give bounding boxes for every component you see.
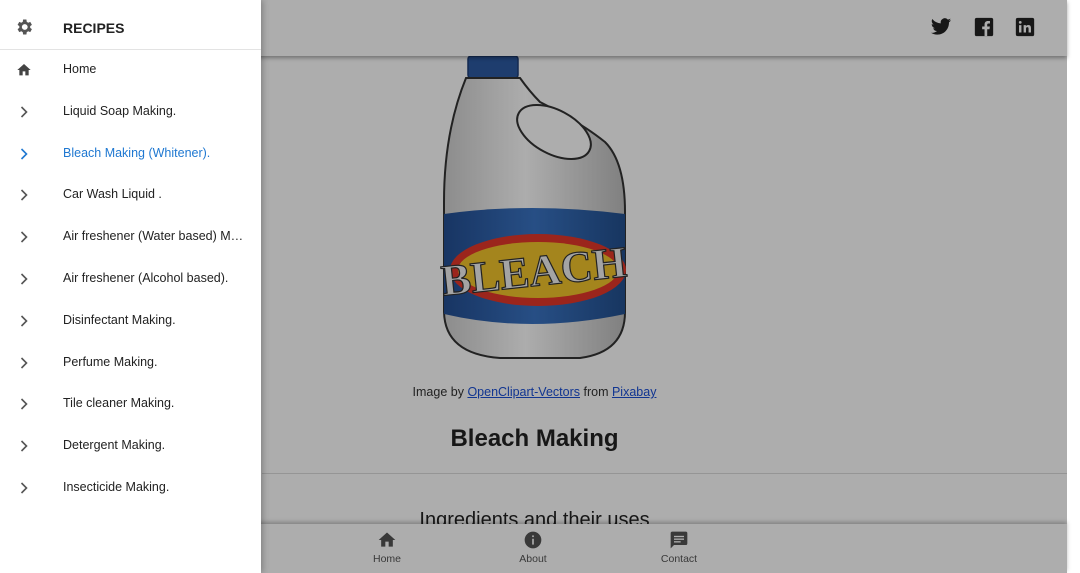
drawer-item-label: Disinfectant Making. xyxy=(63,312,176,327)
chevron-right-icon xyxy=(16,104,32,120)
drawer-header: RECIPES xyxy=(0,0,261,50)
drawer-menu: Home Liquid Soap Making. Bleach Making (… xyxy=(0,49,261,509)
drawer-item-air-freshener-alcohol[interactable]: Air freshener (Alcohol based). xyxy=(0,258,261,300)
chevron-right-icon xyxy=(16,396,32,412)
drawer-item-air-freshener-water[interactable]: Air freshener (Water based) Making. xyxy=(0,216,261,258)
drawer-item-label: Tile cleaner Making. xyxy=(63,396,175,411)
drawer-item-label: Home xyxy=(63,62,97,76)
drawer-item-tile-cleaner[interactable]: Tile cleaner Making. xyxy=(0,383,261,425)
scrollbar[interactable] xyxy=(1067,0,1080,573)
drawer-item-label: Liquid Soap Making. xyxy=(63,103,177,118)
drawer-item-label: Car Wash Liquid . xyxy=(63,187,162,202)
drawer-item-detergent[interactable]: Detergent Making. xyxy=(0,425,261,467)
drawer-title: RECIPES xyxy=(63,20,125,36)
chevron-right-icon xyxy=(16,438,32,454)
drawer-item-home[interactable]: Home xyxy=(0,49,261,91)
home-icon xyxy=(16,62,32,78)
drawer-item-label: Insecticide Making. xyxy=(63,479,170,494)
chevron-right-icon xyxy=(16,146,32,162)
drawer-item-insecticide[interactable]: Insecticide Making. xyxy=(0,467,261,509)
drawer-item-car-wash[interactable]: Car Wash Liquid . xyxy=(0,174,261,216)
chevron-right-icon xyxy=(16,480,32,496)
drawer-item-label: Bleach Making (Whitener). xyxy=(63,145,211,160)
chevron-right-icon xyxy=(16,187,32,203)
navigation-drawer: RECIPES Home Liquid Soap Making. Bleach … xyxy=(0,0,261,573)
chevron-right-icon xyxy=(16,313,32,329)
drawer-item-label: Air freshener (Alcohol based). xyxy=(63,270,229,285)
drawer-item-label: Detergent Making. xyxy=(63,438,166,453)
drawer-item-label: Air freshener (Water based) Making. xyxy=(63,229,248,244)
drawer-item-bleach[interactable]: Bleach Making (Whitener). xyxy=(0,133,261,175)
chevron-right-icon xyxy=(16,229,32,245)
drawer-item-liquid-soap[interactable]: Liquid Soap Making. xyxy=(0,91,261,133)
chevron-right-icon xyxy=(16,355,32,371)
chevron-right-icon xyxy=(16,271,32,287)
drawer-item-label: Perfume Making. xyxy=(63,354,158,369)
drawer-item-perfume[interactable]: Perfume Making. xyxy=(0,342,261,384)
drawer-item-disinfectant[interactable]: Disinfectant Making. xyxy=(0,300,261,342)
gear-icon[interactable] xyxy=(14,17,34,37)
